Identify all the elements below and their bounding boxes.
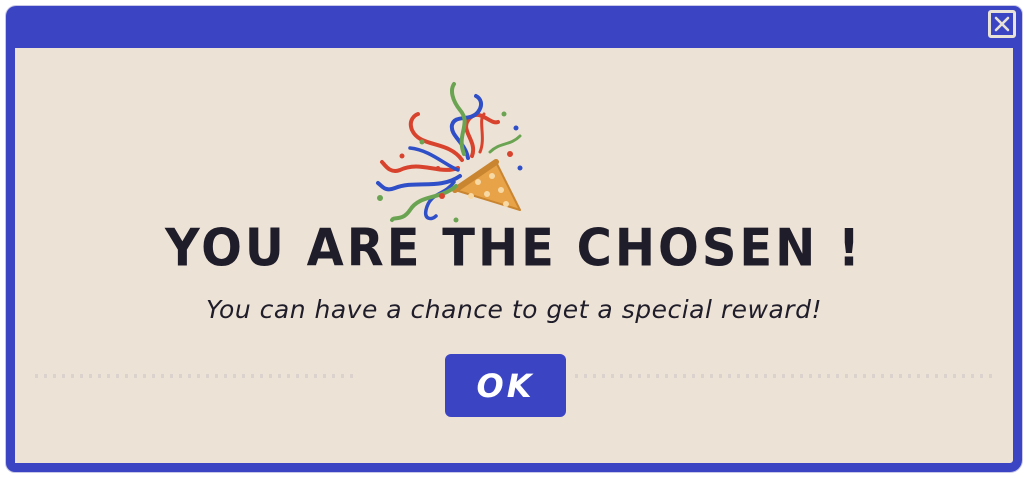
ok-button[interactable]: OK xyxy=(445,354,566,417)
dialog-content: YOU ARE THE CHOSEN ! You can have a chan… xyxy=(15,48,1013,463)
texture-line-right xyxy=(575,374,995,378)
texture-line-left xyxy=(35,374,355,378)
dialog-message: You can have a chance to get a special r… xyxy=(206,295,822,324)
close-button[interactable] xyxy=(988,10,1016,38)
close-icon xyxy=(994,16,1010,32)
dialog-headline: YOU ARE THE CHOSEN ! xyxy=(165,217,863,279)
title-bar xyxy=(6,6,1022,48)
dialog-window: YOU ARE THE CHOSEN ! You can have a chan… xyxy=(6,6,1022,472)
